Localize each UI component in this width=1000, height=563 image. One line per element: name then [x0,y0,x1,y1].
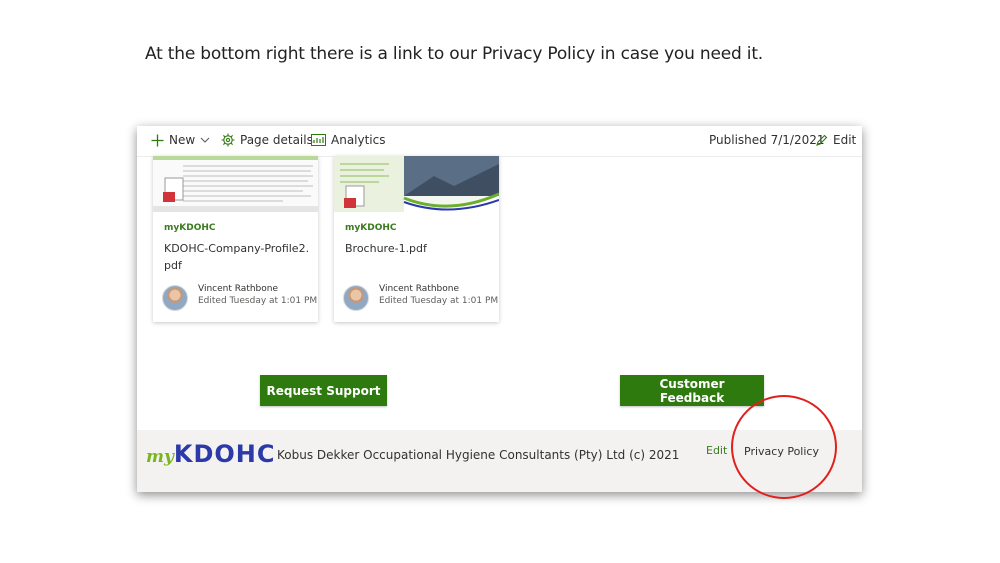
request-support-button[interactable]: Request Support [260,375,387,406]
avatar [343,285,369,311]
analytics-icon [311,134,326,146]
chevron-down-icon [200,137,210,144]
document-title[interactable]: KDOHC-Company-Profile2.pdf [164,240,314,274]
document-thumbnail [153,156,318,212]
document-site: myKDOHC [345,223,397,233]
document-thumbnail [334,156,499,212]
new-label: New [169,133,196,147]
edit-page-button[interactable]: Edit [815,133,856,147]
highlight-circle [731,395,837,499]
avatar [162,285,188,311]
analytics-label: Analytics [331,133,386,147]
edit-page-label: Edit [833,133,857,147]
logo-my: my [146,447,174,467]
command-bar: New Page details Analytics Published 7/1… [137,126,862,157]
document-site: myKDOHC [164,223,216,233]
page-details-label: Page details [240,133,313,147]
document-card[interactable]: myKDOHC KDOHC-Company-Profile2.pdf Vince… [153,156,318,322]
document-author: Vincent Rathbone [198,284,279,294]
logo-name: KDOHC [173,440,276,468]
new-button[interactable]: New [151,133,210,147]
document-author: Vincent Rathbone [379,284,460,294]
document-edited: Edited Tuesday at 1:01 PM [379,296,499,306]
pencil-icon [815,134,828,147]
kdohc-logo: my KDOHC [146,440,276,468]
document-card[interactable]: myKDOHC Brochure-1.pdf Vincent Rathbone … [334,156,499,322]
page-details-button[interactable]: Page details [221,133,313,147]
document-edited: Edited Tuesday at 1:01 PM [198,296,318,306]
gear-icon [221,133,235,147]
caption: At the bottom right there is a link to o… [145,44,763,64]
customer-feedback-button[interactable]: Customer Feedback [620,375,764,406]
analytics-button[interactable]: Analytics [311,133,386,147]
footer-copyright: Kobus Dekker Occupational Hygiene Consul… [277,448,680,462]
published-status: Published 7/1/2021 [709,133,824,147]
document-title[interactable]: Brochure-1.pdf [345,240,495,257]
footer-edit-link[interactable]: Edit [706,444,727,457]
plus-icon [151,134,164,147]
published-label: Published 7/1/2021 [709,133,825,147]
